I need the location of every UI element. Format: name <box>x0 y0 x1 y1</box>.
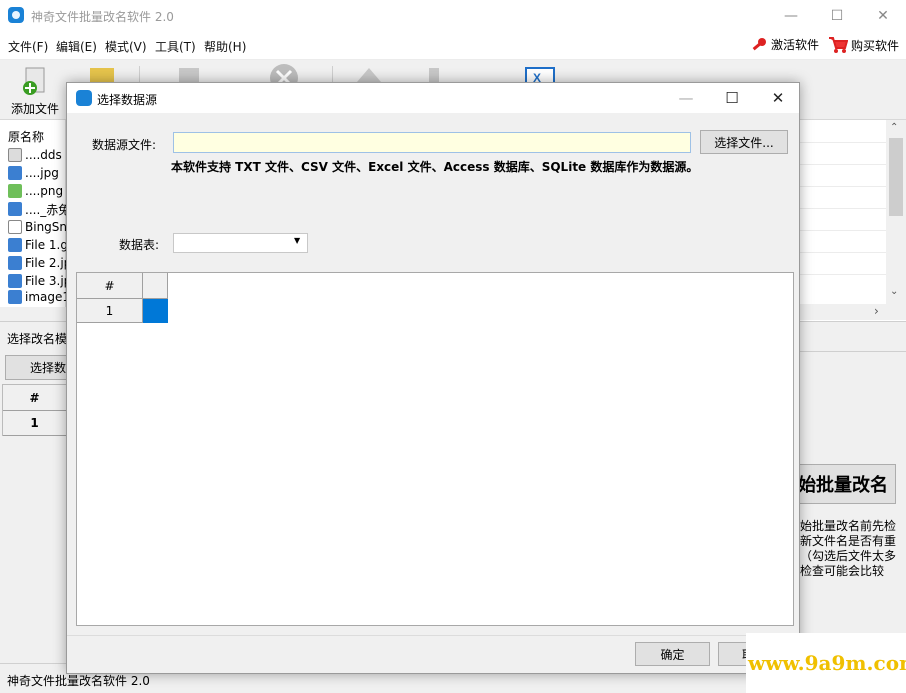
watermark-text: www.9a9m.com <box>748 651 906 675</box>
jpg-icon <box>8 274 22 288</box>
menu-bar: 文件(F) 编辑(E) 模式(V) 工具(T) 帮助(H) 激活软件 购买软件 <box>0 31 906 60</box>
template-panel: 选择数 # 1 <box>0 352 67 663</box>
main-title-bar: 神奇文件批量改名软件 2.0 — ☐ ✕ <box>0 0 906 31</box>
image-icon <box>8 220 22 234</box>
table-label: 数据表: <box>119 238 160 252</box>
dialog-minimize-button[interactable]: — <box>663 83 709 113</box>
buy-label: 购买软件 <box>851 38 900 53</box>
template-label: 选择改名模 <box>7 332 66 346</box>
grid-column-header[interactable] <box>143 273 168 299</box>
dropdown-arrow-icon: ▼ <box>294 236 301 245</box>
grid-header: # <box>3 385 67 411</box>
list-item[interactable]: ....jpg <box>8 164 66 182</box>
template-grid: # 1 <box>2 384 67 436</box>
file-list-right: ⌃ ⌄ › <box>800 120 906 320</box>
list-item[interactable]: File 2.jpg <box>8 254 66 272</box>
rename-note: 始批量改名前先检 新文件名是否有重 （勾选后文件太多 检查可能会比较 <box>800 519 897 578</box>
activate-link[interactable]: 激活软件 <box>751 36 819 53</box>
add-file-button[interactable]: 添加文件 <box>10 64 64 118</box>
list-item[interactable]: BingSnap <box>8 218 66 236</box>
list-item[interactable]: File 1.gif <box>8 236 66 254</box>
app-icon <box>76 90 92 106</box>
row-divider <box>800 164 886 165</box>
data-preview-grid[interactable]: # 1 <box>76 272 794 626</box>
menu-help[interactable]: 帮助(H) <box>204 38 246 55</box>
jpg-icon <box>8 290 22 304</box>
table-select[interactable]: ▼ <box>173 233 308 253</box>
template-panel-header: 选择改名模 <box>0 322 66 352</box>
menu-file[interactable]: 文件(F) <box>8 38 48 55</box>
maximize-button[interactable]: ☐ <box>814 0 860 31</box>
row-divider <box>800 208 886 209</box>
menu-edit[interactable]: 编辑(E) <box>56 38 97 55</box>
main-window-title: 神奇文件批量改名软件 2.0 <box>31 10 174 24</box>
source-file-label: 数据源文件: <box>92 138 157 152</box>
ok-button[interactable]: 确定 <box>635 642 710 666</box>
jpg-icon <box>8 202 22 216</box>
choose-file-button[interactable]: 选择文件... <box>700 130 788 154</box>
grid-row-number: 1 <box>77 299 143 323</box>
row-divider <box>800 252 886 253</box>
list-item[interactable]: ...._赤兔 <box>8 200 66 218</box>
scroll-up-icon[interactable]: ⌃ <box>890 122 898 133</box>
cart-icon <box>829 37 848 53</box>
dds-icon <box>8 148 22 162</box>
buy-link[interactable]: 购买软件 <box>828 36 899 54</box>
list-item[interactable]: image10 <box>8 290 66 304</box>
right-action-panel: 始批量改名 始批量改名前先检 新文件名是否有重 （勾选后文件太多 检查可能会比较 <box>798 352 906 663</box>
list-item[interactable]: ....png <box>8 182 66 200</box>
scrollbar-thumb[interactable] <box>889 138 903 216</box>
minimize-button[interactable]: — <box>768 0 814 31</box>
png-icon <box>8 184 22 198</box>
gif-icon <box>8 238 22 252</box>
close-button[interactable]: ✕ <box>860 0 906 31</box>
dialog-title-bar: 选择数据源 — ☐ ✕ <box>67 83 799 113</box>
file-list: 原名称 ....dds ....jpg ....png ...._赤兔 Bing… <box>0 120 66 328</box>
grid-corner-header: # <box>77 273 143 299</box>
choose-template-button[interactable]: 选择数 <box>5 355 66 380</box>
dialog-maximize-button[interactable]: ☐ <box>709 83 755 113</box>
add-file-icon <box>23 67 45 95</box>
menu-mode[interactable]: 模式(V) <box>105 38 147 55</box>
source-file-input[interactable] <box>173 132 691 153</box>
dialog-title: 选择数据源 <box>97 93 158 107</box>
horizontal-scrollbar[interactable] <box>0 307 66 321</box>
divider <box>67 635 799 636</box>
template-panel-header-right <box>800 322 906 352</box>
status-text: 神奇文件批量改名软件 2.0 <box>7 674 150 688</box>
vertical-scrollbar[interactable]: ⌃ ⌄ <box>886 120 906 304</box>
scroll-right-icon[interactable]: › <box>874 304 879 318</box>
add-file-label: 添加文件 <box>11 102 60 116</box>
app-icon <box>8 7 24 23</box>
file-list-header: 原名称 <box>8 130 45 144</box>
row-divider <box>800 142 886 143</box>
jpg-icon <box>8 166 22 180</box>
dialog-close-button[interactable]: ✕ <box>755 83 801 113</box>
list-item[interactable]: File 3.jpg <box>8 272 66 290</box>
start-rename-button[interactable]: 始批量改名 <box>798 464 896 504</box>
row-divider <box>800 230 886 231</box>
row-divider <box>800 186 886 187</box>
horizontal-scrollbar[interactable]: › <box>800 304 906 320</box>
select-datasource-dialog: 选择数据源 — ☐ ✕ 数据源文件: 选择文件... 本软件支持 TXT 文件、… <box>66 82 800 674</box>
key-icon <box>752 37 766 50</box>
jpg-icon <box>8 256 22 270</box>
grid-row-number: 1 <box>3 411 67 436</box>
activate-label: 激活软件 <box>771 38 820 52</box>
list-item[interactable]: ....dds <box>8 146 66 164</box>
grid-selected-cell[interactable] <box>143 299 168 323</box>
row-divider <box>800 274 886 275</box>
scroll-down-icon[interactable]: ⌄ <box>890 286 898 297</box>
supported-formats-hint: 本软件支持 TXT 文件、CSV 文件、Excel 文件、Access 数据库、… <box>171 160 699 174</box>
menu-tools[interactable]: 工具(T) <box>155 38 196 55</box>
